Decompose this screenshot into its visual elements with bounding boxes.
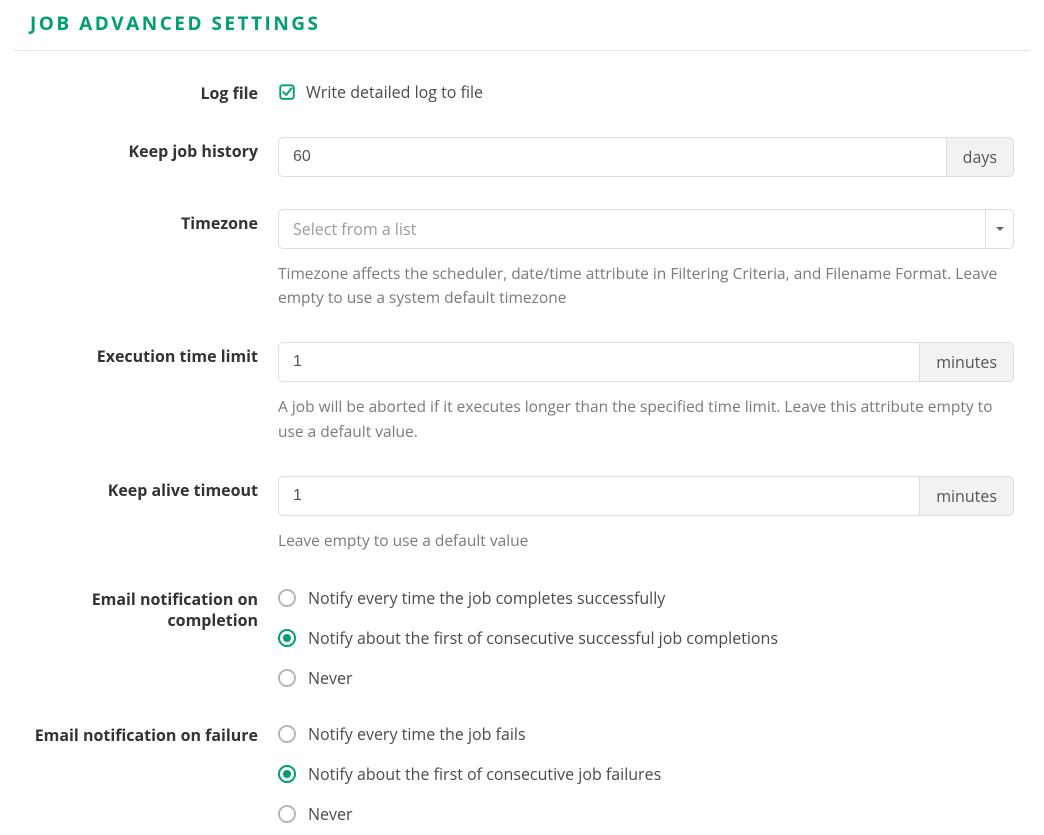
row-timezone: Timezone Select from a list Timezone aff… — [14, 209, 1030, 311]
radio-label: Notify every time the job fails — [308, 723, 526, 745]
label-keep-alive: Keep alive timeout — [14, 476, 278, 502]
radio-label: Never — [308, 667, 353, 689]
email-complete-radio-group: Notify every time the job completes succ… — [278, 585, 1014, 689]
row-email-complete: Email notification on completion Notify … — [14, 585, 1030, 689]
email-complete-option-2[interactable]: Never — [278, 667, 1014, 689]
keep-history-input[interactable] — [278, 137, 947, 177]
email-failure-option-2[interactable]: Never — [278, 803, 1014, 825]
label-log-file: Log file — [14, 79, 278, 105]
exec-limit-help: A job will be aborted if it executes lon… — [278, 394, 1014, 444]
row-keep-alive: Keep alive timeout minutes Leave empty t… — [14, 476, 1030, 553]
keep-alive-input[interactable] — [278, 476, 920, 516]
timezone-select[interactable]: Select from a list — [278, 209, 1014, 249]
log-file-label: Write detailed log to file — [306, 81, 483, 103]
keep-alive-unit: minutes — [920, 476, 1014, 516]
email-failure-option-1[interactable]: Notify about the first of consecutive jo… — [278, 763, 1014, 785]
radio-icon — [278, 629, 296, 647]
section-title: JOB ADVANCED SETTINGS — [30, 10, 1030, 50]
exec-limit-unit: minutes — [920, 342, 1014, 382]
exec-limit-input[interactable] — [278, 342, 920, 382]
radio-label: Never — [308, 803, 353, 825]
row-keep-history: Keep job history days — [14, 137, 1030, 177]
keep-history-unit: days — [947, 137, 1014, 177]
radio-icon — [278, 805, 296, 823]
radio-icon — [278, 725, 296, 743]
radio-icon — [278, 765, 296, 783]
email-failure-radio-group: Notify every time the job fails Notify ab… — [278, 721, 1014, 825]
row-email-failure: Email notification on failure Notify eve… — [14, 721, 1030, 825]
label-timezone: Timezone — [14, 209, 278, 235]
keep-alive-help: Leave empty to use a default value — [278, 528, 1014, 553]
row-exec-limit: Execution time limit minutes A job will … — [14, 342, 1030, 444]
chevron-down-icon — [986, 209, 1014, 249]
section-divider — [14, 50, 1030, 51]
label-exec-limit: Execution time limit — [14, 342, 278, 368]
email-failure-option-0[interactable]: Notify every time the job fails — [278, 723, 1014, 745]
email-complete-option-1[interactable]: Notify about the first of consecutive su… — [278, 627, 1014, 649]
email-complete-option-0[interactable]: Notify every time the job completes succ… — [278, 587, 1014, 609]
timezone-placeholder: Select from a list — [278, 209, 986, 249]
radio-icon — [278, 589, 296, 607]
label-email-complete: Email notification on completion — [14, 585, 278, 632]
row-log-file: Log file Write detailed log to file — [14, 79, 1030, 105]
radio-label: Notify about the first of consecutive su… — [308, 627, 778, 649]
radio-icon — [278, 669, 296, 687]
log-file-checkbox[interactable]: Write detailed log to file — [278, 79, 1014, 103]
label-email-failure: Email notification on failure — [14, 721, 278, 747]
radio-label: Notify every time the job completes succ… — [308, 587, 665, 609]
radio-label: Notify about the first of consecutive jo… — [308, 763, 661, 785]
checkbox-checked-icon — [278, 83, 296, 101]
label-keep-history: Keep job history — [14, 137, 278, 163]
timezone-help: Timezone affects the scheduler, date/tim… — [278, 261, 1014, 311]
